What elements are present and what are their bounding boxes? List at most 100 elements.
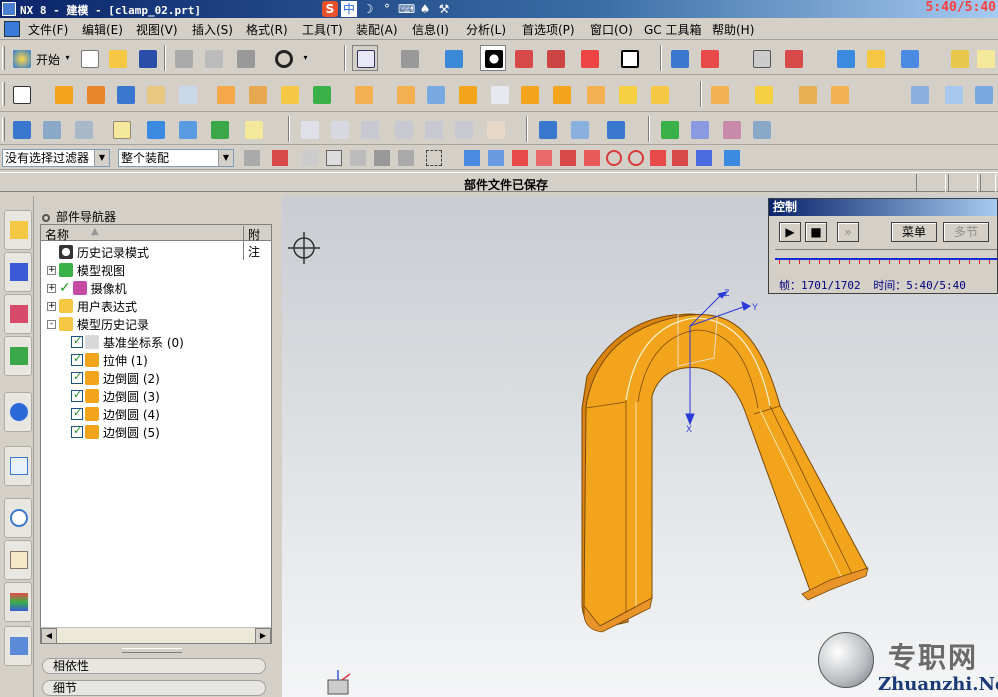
ime-tools-icon[interactable]: ⚒ [436, 1, 452, 17]
scale-body-button[interactable] [826, 81, 852, 107]
clip-section-button[interactable] [576, 45, 602, 71]
system-scene-tab[interactable] [4, 626, 32, 666]
menu-window[interactable]: 窗口(O) [590, 21, 633, 38]
play-button[interactable]: ▶ [779, 222, 801, 242]
layout-button[interactable] [8, 116, 34, 142]
menu-view[interactable]: 视图(V) [136, 21, 178, 38]
measure-button[interactable] [832, 45, 858, 71]
select-face-button[interactable] [396, 148, 416, 168]
ime-skin-icon[interactable]: ♠ [417, 1, 433, 17]
mirror-button[interactable] [750, 81, 776, 107]
menu-edit[interactable]: 编辑(E) [82, 21, 123, 38]
slot-button[interactable] [244, 81, 270, 107]
layer-button[interactable] [666, 45, 692, 71]
point-on-face-button[interactable] [694, 148, 714, 168]
toolbar-grip[interactable] [2, 117, 5, 141]
quick-pick-button[interactable] [722, 148, 742, 168]
layer-settings-button[interactable] [38, 116, 64, 142]
details-panel-header[interactable]: 细节 [42, 680, 266, 696]
soft-blend-button[interactable] [646, 81, 672, 107]
toolbar-grip[interactable] [2, 82, 5, 106]
tree-node[interactable]: 边倒圆 (4) [71, 405, 160, 423]
type-filter-combo[interactable]: 没有选择过滤器 ▼ [2, 149, 110, 167]
column-name-header[interactable]: 名称 [45, 226, 69, 243]
chevron-down-icon[interactable]: ▼ [218, 150, 233, 166]
horizontal-scrollbar[interactable]: ◀ ▶ [41, 627, 271, 644]
pocket-button[interactable] [174, 81, 200, 107]
tree-node[interactable]: - 模型历史记录 [47, 315, 149, 333]
menu-info[interactable]: 信息(I) [412, 21, 449, 38]
intersection-button[interactable] [582, 148, 602, 168]
nx-app-icon[interactable] [2, 2, 16, 16]
edge-blend-button[interactable] [454, 81, 480, 107]
tree-node[interactable]: + ✓ 摄像机 [47, 279, 127, 297]
macro-button[interactable] [896, 45, 922, 71]
label-chamfer-button[interactable] [482, 116, 508, 142]
offset-face-button[interactable] [794, 81, 820, 107]
new-button[interactable] [76, 45, 102, 71]
layer-visible-button[interactable] [70, 116, 96, 142]
tree-node[interactable]: 历史记录模式 [47, 243, 149, 261]
constraint-navigator-tab[interactable] [4, 252, 32, 292]
surface-button[interactable] [906, 81, 932, 107]
annotation-button[interactable] [240, 116, 266, 142]
expand-icon[interactable]: + [47, 301, 56, 311]
sogou-s-icon[interactable]: S [322, 1, 338, 17]
arc-center-button[interactable] [604, 148, 624, 168]
cylinder-button[interactable] [534, 116, 560, 142]
cut-button[interactable] [170, 45, 196, 71]
subtract-button[interactable] [392, 81, 418, 107]
snap-point-button[interactable] [462, 148, 482, 168]
midpoint-button[interactable] [534, 148, 554, 168]
menu-help[interactable]: 帮助(H) [712, 21, 754, 38]
spring-button[interactable] [566, 116, 592, 142]
render-style-button[interactable] [396, 45, 422, 71]
tree-node[interactable]: + 模型视图 [47, 261, 125, 279]
unite-button[interactable] [350, 81, 376, 107]
component-button[interactable] [686, 116, 712, 142]
web-browser-tab[interactable] [4, 446, 32, 486]
tree-node[interactable]: 边倒圆 (3) [71, 387, 160, 405]
sketch-button[interactable] [8, 81, 34, 107]
tree-node[interactable]: 基准坐标系 (0) [71, 333, 184, 351]
move-face-button[interactable] [142, 116, 168, 142]
feature-checkbox[interactable] [71, 334, 83, 348]
draft-button[interactable] [548, 81, 574, 107]
orient-view-button[interactable] [440, 45, 466, 71]
filter-settings-button[interactable] [242, 148, 262, 168]
section-view-button[interactable] [510, 45, 536, 71]
select-feature-button[interactable] [348, 148, 368, 168]
pad-button[interactable] [212, 81, 238, 107]
menu-format[interactable]: 格式(R) [246, 21, 288, 38]
intersect-button[interactable] [422, 81, 448, 107]
ruler-button[interactable] [946, 45, 972, 71]
analysis-button[interactable] [862, 45, 888, 71]
revolve-button[interactable] [82, 81, 108, 107]
coil-button[interactable] [602, 116, 628, 142]
ime-punct-icon[interactable]: ° [379, 1, 395, 17]
bom-button[interactable] [718, 116, 744, 142]
menu-button[interactable]: 菜单 [891, 222, 937, 242]
stop-button[interactable]: ■ [805, 222, 827, 242]
oh-button[interactable] [450, 116, 476, 142]
clamp-part[interactable] [581, 307, 869, 633]
scroll-left-icon[interactable]: ◀ [41, 628, 57, 644]
reuse-library-tab[interactable] [4, 336, 32, 376]
extrude-button[interactable] [50, 81, 76, 107]
check-button[interactable] [656, 116, 682, 142]
collapse-icon[interactable]: - [47, 319, 56, 329]
boss-button[interactable] [142, 81, 168, 107]
ime-halfwidth-icon[interactable]: ☽ [360, 1, 376, 17]
snap-cluster-button[interactable] [486, 148, 506, 168]
ime-keyboard-icon[interactable]: ⌨ [398, 1, 415, 17]
gh-button[interactable] [420, 116, 446, 142]
undo-dropdown[interactable]: ▾ [302, 45, 309, 71]
part-icon[interactable] [4, 21, 20, 37]
scope-combo[interactable]: 整个装配 ▼ [118, 149, 234, 167]
resize-blend-button[interactable] [326, 116, 352, 142]
chevron-down-icon[interactable]: ▼ [94, 150, 109, 166]
offset-region-button[interactable] [206, 116, 232, 142]
roles-tab[interactable] [4, 582, 32, 622]
step-button[interactable]: » [837, 222, 859, 242]
select-edge-button[interactable] [372, 148, 392, 168]
